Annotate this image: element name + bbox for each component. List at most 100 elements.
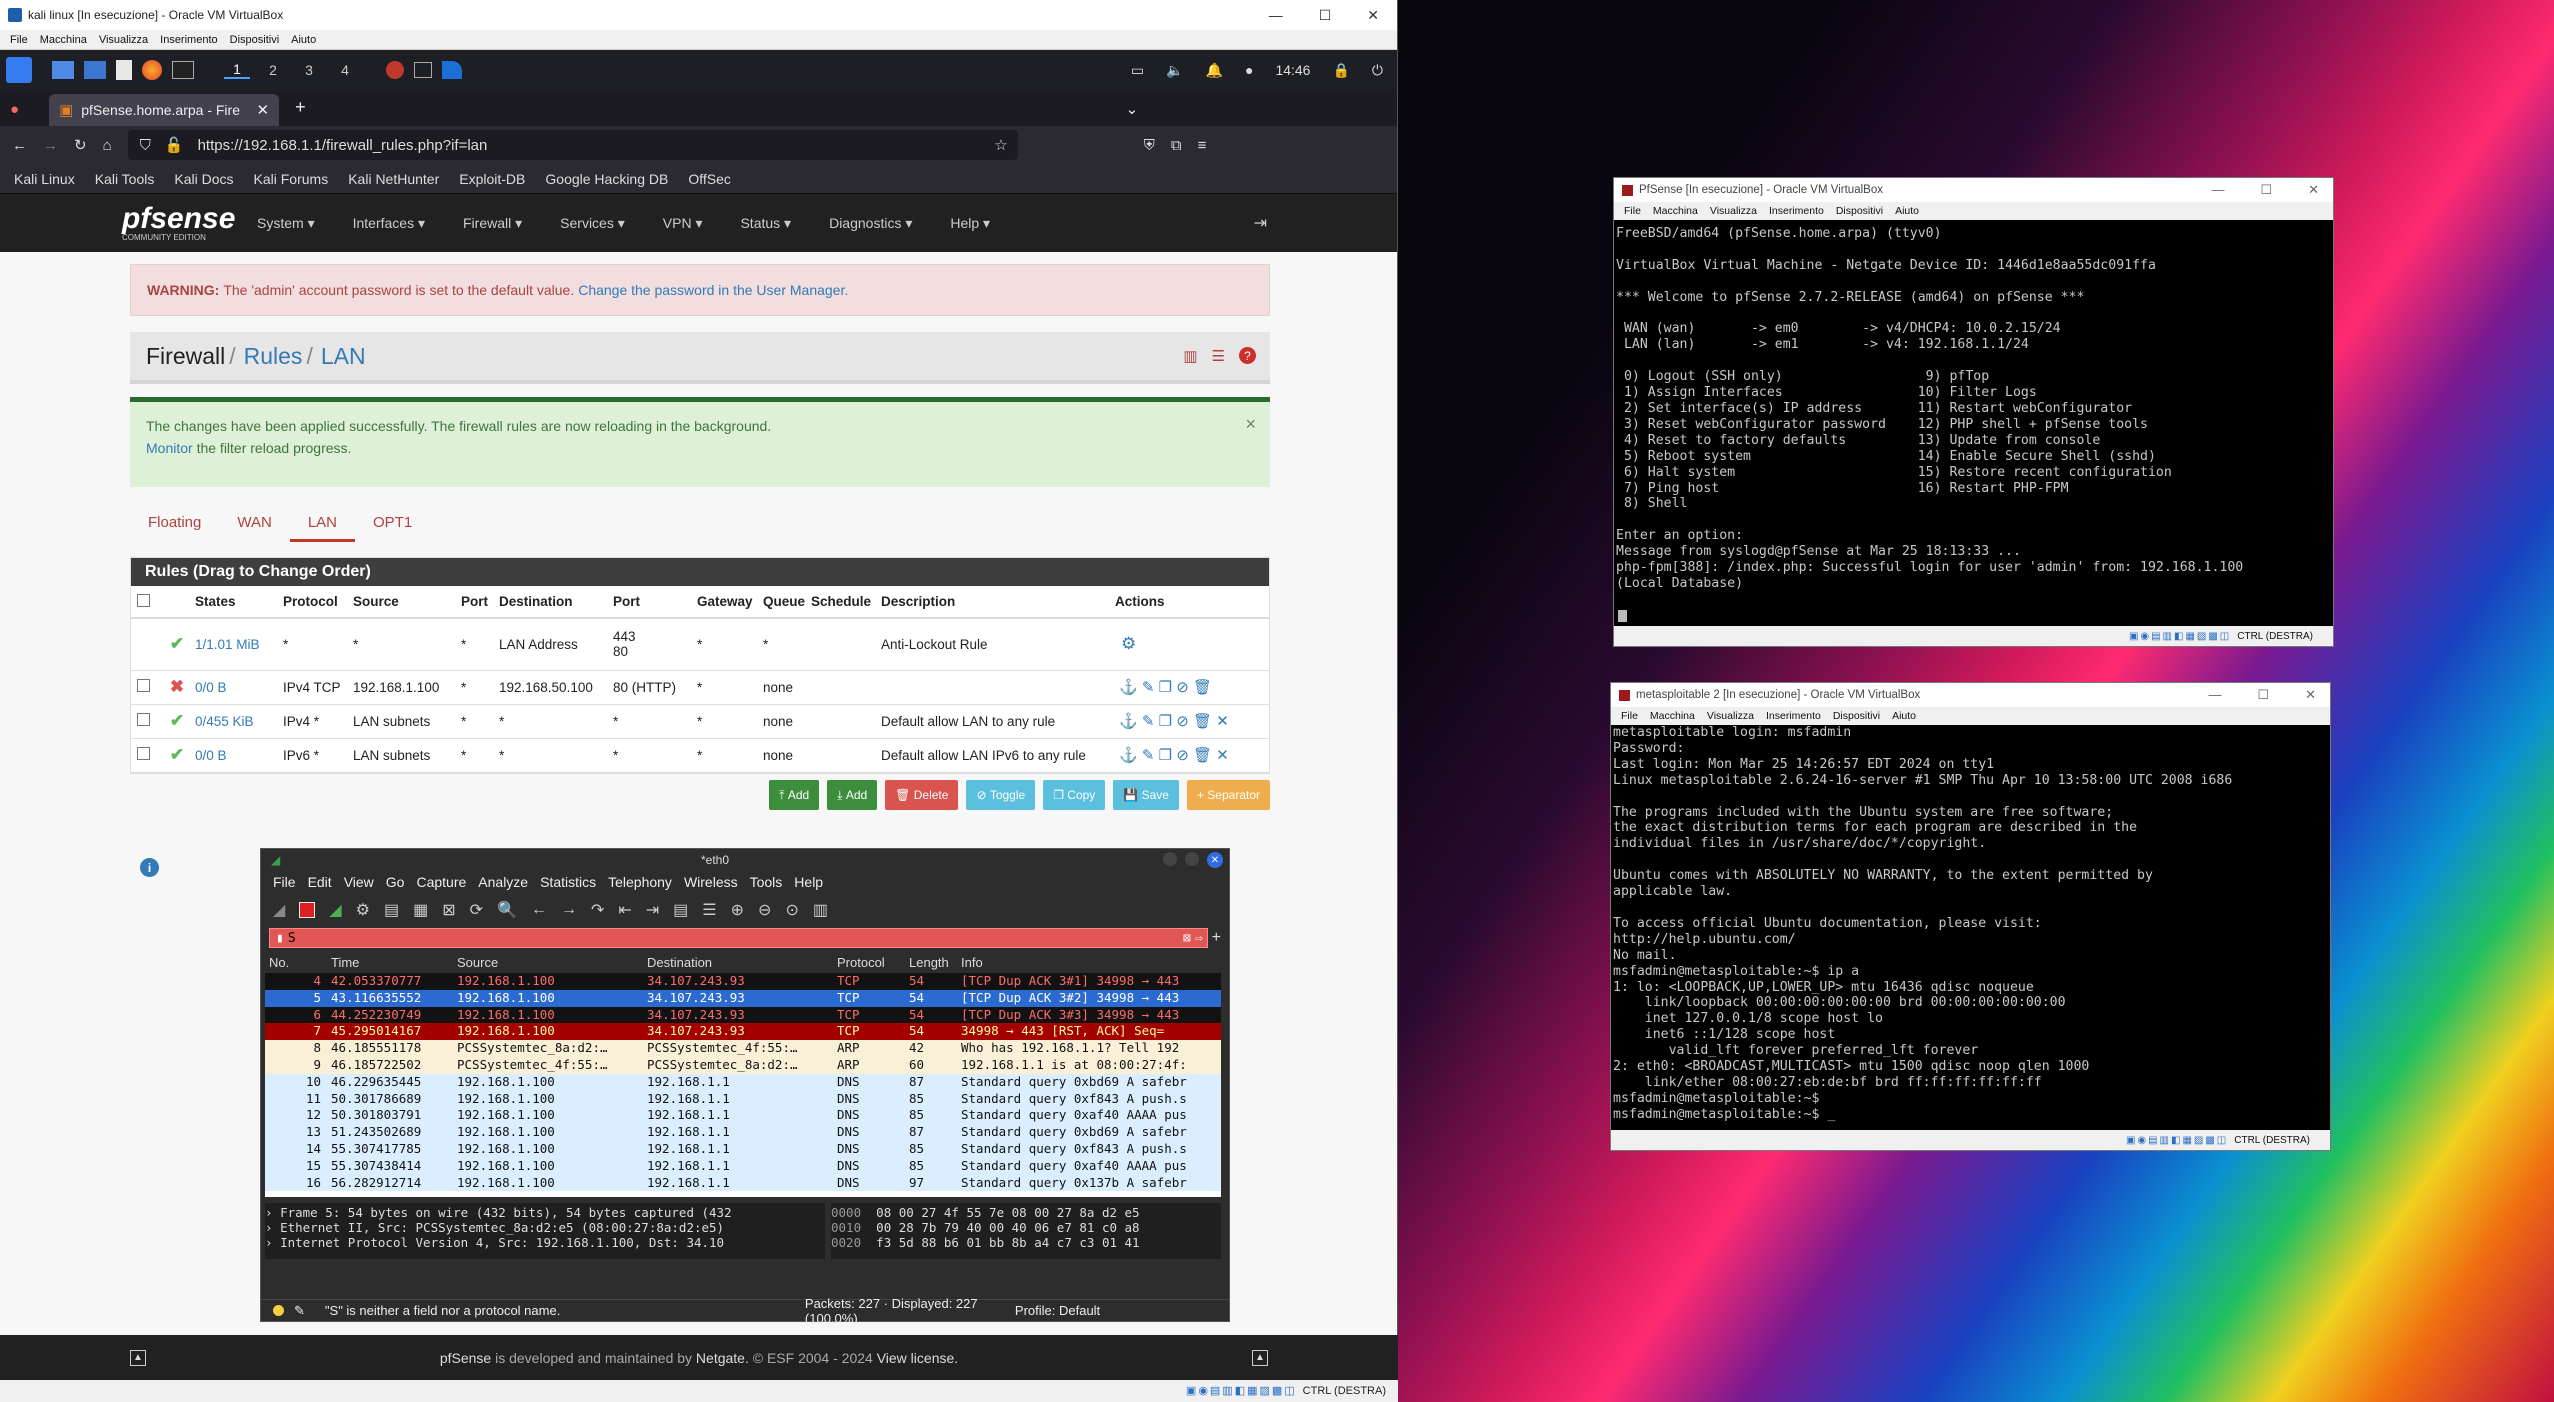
- col-source[interactable]: Source: [457, 955, 647, 973]
- anchor-icon[interactable]: ⚓: [1119, 747, 1138, 764]
- minimize-icon[interactable]: [1163, 852, 1177, 866]
- display-icon[interactable]: ▭: [1131, 62, 1144, 79]
- bookmark-kali-tools[interactable]: Kali Tools: [95, 171, 155, 187]
- vm-menu-devices[interactable]: Dispositivi: [230, 34, 280, 46]
- minimize-icon[interactable]: —: [1269, 7, 1283, 24]
- zoom-out-icon[interactable]: ⊖: [758, 900, 771, 920]
- lock-warning-icon[interactable]: 🔓: [165, 136, 184, 154]
- tab-close-icon[interactable]: ✕: [256, 101, 269, 119]
- col-protocol[interactable]: Protocol: [837, 955, 909, 973]
- lock-icon[interactable]: 🔒: [1332, 62, 1349, 79]
- power-icon[interactable]: ●: [1245, 62, 1253, 78]
- reload-file-icon[interactable]: ⟳: [470, 900, 483, 920]
- hex-bytes[interactable]: f3 5d 88 b6 01 bb 8b a4 c7 c3 01 41: [876, 1235, 1139, 1250]
- copy-icon[interactable]: ❐: [1159, 679, 1172, 696]
- autoscroll-icon[interactable]: ▤: [673, 900, 688, 920]
- firefox-view-icon[interactable]: ●: [10, 101, 19, 118]
- ws-menu-telephony[interactable]: Telephony: [608, 874, 672, 890]
- taskbar-terminal-icon[interactable]: [414, 62, 432, 78]
- copy-icon[interactable]: ❐: [1159, 747, 1172, 764]
- detail-line[interactable]: › Frame 5: 54 bytes on wire (432 bits), …: [265, 1205, 825, 1220]
- ws-menu-tools[interactable]: Tools: [750, 874, 783, 890]
- colorize-icon[interactable]: ☰: [702, 900, 716, 920]
- terminal-icon[interactable]: [172, 61, 194, 79]
- vm-menu-file[interactable]: File: [1624, 205, 1641, 217]
- table-row[interactable]: ✖ 0/0 B IPv4 TCP 192.168.1.100 * 192.168…: [131, 670, 1269, 705]
- col-destination[interactable]: Destination: [647, 955, 837, 973]
- vm-menu-devices[interactable]: Dispositivi: [1836, 205, 1883, 217]
- crumb-rules[interactable]: Rules: [244, 343, 303, 370]
- packet-row[interactable]: 16 56.282912714 192.168.1.100 192.168.1.1 DN…: [265, 1174, 1221, 1192]
- shield-icon[interactable]: ⛉: [140, 137, 151, 154]
- volume-icon[interactable]: 🔈: [1166, 62, 1183, 79]
- disable-icon[interactable]: ⊘: [1176, 679, 1189, 696]
- vm-menu-devices[interactable]: Dispositivi: [1833, 710, 1880, 722]
- packet-row[interactable]: 12 50.301803791 192.168.1.100 192.168.1.1 DN…: [265, 1107, 1221, 1125]
- disable-icon[interactable]: ⊘: [1176, 747, 1189, 764]
- nav-vpn[interactable]: VPN ▾: [663, 215, 703, 232]
- copy-icon[interactable]: ❐: [1159, 713, 1172, 730]
- meta-console[interactable]: metasploitable login: msfadmin Password:…: [1611, 725, 2330, 1123]
- notification-icon[interactable]: 🔔: [1206, 62, 1223, 79]
- ws-menu-analyze[interactable]: Analyze: [478, 874, 528, 890]
- packet-row[interactable]: 11 50.301786689 192.168.1.100 192.168.1.1 DN…: [265, 1090, 1221, 1108]
- add-top-button[interactable]: ⤒ Add: [769, 780, 820, 810]
- close-icon[interactable]: ✕: [2308, 182, 2319, 198]
- add-bottom-button[interactable]: ⤓ Add: [827, 780, 878, 810]
- nav-system[interactable]: System ▾: [257, 215, 315, 232]
- trash-icon[interactable]: 🗑: [1193, 713, 1212, 730]
- minimize-icon[interactable]: —: [2208, 687, 2221, 703]
- save-file-icon[interactable]: ▦: [413, 900, 428, 920]
- bookmark-star-icon[interactable]: ☆: [994, 136, 1017, 154]
- pfsense-logo[interactable]: pfsense COMMUNITY EDITION: [122, 203, 247, 242]
- files-icon[interactable]: [52, 61, 74, 79]
- url-text[interactable]: https://192.168.1.1/firewall_rules.php?i…: [198, 137, 488, 154]
- first-packet-icon[interactable]: ⇤: [618, 900, 631, 920]
- clear-filter-icon[interactable]: ⊠: [1183, 931, 1191, 946]
- packet-row[interactable]: 14 55.307417785 192.168.1.100 192.168.1.1 DN…: [265, 1140, 1221, 1158]
- tab-list-icon[interactable]: ⌄: [1126, 100, 1139, 118]
- packet-row[interactable]: 10 46.229635445 192.168.1.100 192.168.1.1 DN…: [265, 1073, 1221, 1091]
- close-icon[interactable]: ✕: [1367, 7, 1379, 24]
- vm-menu-file[interactable]: File: [1621, 710, 1638, 722]
- tab-lan[interactable]: LAN: [289, 502, 356, 542]
- vm-menu-view[interactable]: Visualizza: [1710, 205, 1757, 217]
- bookmark-filter-icon[interactable]: ▮: [276, 931, 284, 946]
- chart-icon[interactable]: ▥: [1183, 347, 1197, 365]
- text-editor-icon[interactable]: [116, 60, 132, 80]
- log-icon[interactable]: ☰: [1212, 347, 1225, 365]
- new-tab-icon[interactable]: +: [295, 97, 306, 118]
- nav-interfaces[interactable]: Interfaces ▾: [353, 215, 425, 232]
- toggle-button[interactable]: ⊘ Toggle: [966, 780, 1036, 810]
- select-all-checkbox[interactable]: [137, 593, 150, 607]
- states-link[interactable]: 0/0 B: [195, 680, 227, 695]
- packet-row[interactable]: 13 51.243502689 192.168.1.100 192.168.1.1 DN…: [265, 1124, 1221, 1141]
- edit-icon[interactable]: ✎: [1142, 713, 1155, 730]
- taskbar-app-icon[interactable]: [386, 61, 404, 79]
- packet-row[interactable]: 8 46.185551178 PCSSystemtec_8a:d2:… PCSSyst…: [265, 1040, 1221, 1057]
- workspace-2[interactable]: 2: [260, 62, 286, 78]
- packet-row[interactable]: 6 44.252230749 192.168.1.100 34.107.243.93 T…: [265, 1006, 1221, 1024]
- minimize-icon[interactable]: —: [2211, 182, 2224, 198]
- vm-menu-view[interactable]: Visualizza: [1707, 710, 1754, 722]
- packet-row[interactable]: 9 46.185722502 PCSSystemtec_4f:55:… PCSSyst…: [265, 1056, 1221, 1074]
- expert-info-icon[interactable]: [273, 1305, 284, 1316]
- save-button[interactable]: 💾 Save: [1113, 780, 1179, 810]
- logout-icon[interactable]: ⇥: [1254, 213, 1267, 233]
- trash-icon[interactable]: 🗑: [1193, 747, 1212, 764]
- ws-menu-statistics[interactable]: Statistics: [540, 874, 596, 890]
- add-filter-button[interactable]: +: [1212, 929, 1221, 947]
- col-length[interactable]: Length: [909, 955, 961, 973]
- extensions-icon[interactable]: ⧉: [1171, 137, 1182, 154]
- restart-capture-icon[interactable]: ◢: [329, 900, 341, 920]
- vm-menu-help[interactable]: Aiuto: [1895, 205, 1919, 217]
- open-file-icon[interactable]: ▤: [384, 900, 399, 920]
- start-capture-icon[interactable]: ◢: [273, 900, 285, 920]
- vm-menu-machine[interactable]: Macchina: [40, 34, 87, 46]
- packet-row[interactable]: 5 43.116635552 192.168.1.100 34.107.243.93 T…: [265, 989, 1221, 1007]
- col-info[interactable]: Info: [961, 955, 1201, 973]
- vm-menu-input[interactable]: Inserimento: [160, 34, 217, 46]
- crumb-lan[interactable]: LAN: [321, 343, 366, 370]
- back-icon[interactable]: ←: [12, 137, 27, 154]
- pocket-icon[interactable]: ⛨: [1144, 137, 1155, 154]
